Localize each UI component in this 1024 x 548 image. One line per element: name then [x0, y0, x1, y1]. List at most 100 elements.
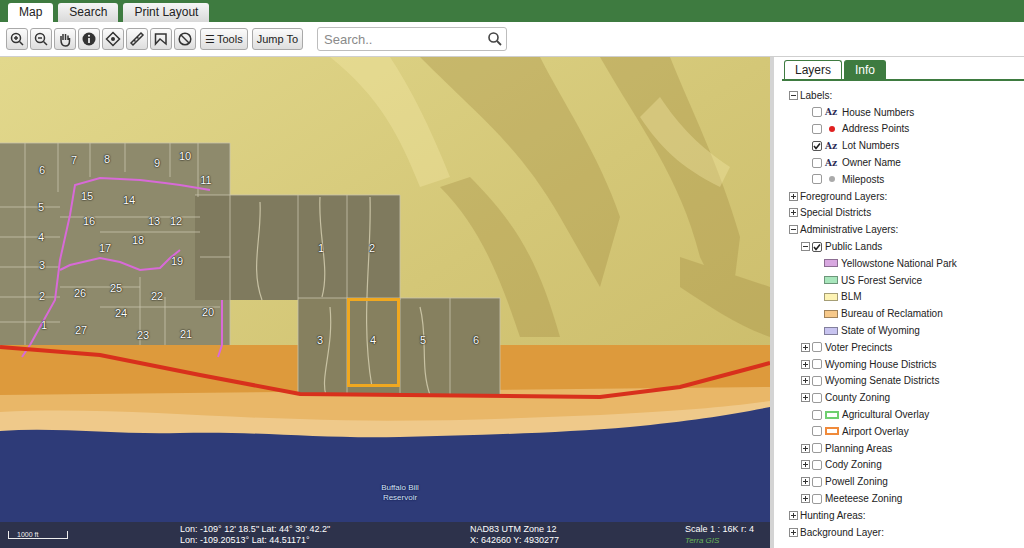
jump-to-button[interactable]: Jump To [252, 28, 303, 50]
expand-toggle[interactable] [800, 477, 810, 487]
expand-toggle[interactable] [788, 527, 798, 537]
zoom-out-button[interactable] [30, 28, 52, 50]
expand-toggle[interactable] [800, 443, 810, 453]
lot-number[interactable]: 7 [71, 154, 77, 166]
lot-number[interactable]: 23 [137, 329, 149, 341]
lot-number[interactable]: 5 [38, 201, 44, 213]
layer-tree-row[interactable]: Mileposts [788, 171, 1024, 188]
lot-number[interactable]: 25 [110, 282, 122, 294]
lot-number[interactable]: 27 [75, 324, 87, 336]
lot-number[interactable]: 14 [123, 194, 135, 206]
lot-number[interactable]: 9 [154, 157, 160, 169]
expand-toggle[interactable] [800, 359, 810, 369]
layer-checkbox[interactable] [812, 393, 822, 403]
map-view[interactable]: 6789101115145161312417181231926252222024… [0, 57, 770, 548]
layer-tree-row[interactable]: Cody Zoning [788, 457, 1024, 474]
layer-tree-row[interactable]: Foreground Layers: [788, 188, 1024, 205]
layer-tree-row[interactable]: AzHouse Numbers [788, 104, 1024, 121]
panel-tab[interactable]: Layers [784, 60, 842, 79]
lot-number[interactable]: 16 [83, 215, 95, 227]
layer-checkbox[interactable] [812, 107, 822, 117]
clear-button[interactable] [174, 28, 196, 50]
layer-tree-row[interactable]: Administrative Layers: [788, 221, 1024, 238]
pan-hand-button[interactable] [54, 28, 76, 50]
layer-tree-row[interactable]: AzOwner Name [788, 154, 1024, 171]
lot-number[interactable]: 15 [81, 190, 93, 202]
expand-toggle[interactable] [800, 494, 810, 504]
lot-number[interactable]: 3 [39, 259, 45, 271]
top-tab[interactable]: Map [8, 3, 53, 22]
expand-toggle[interactable] [800, 393, 810, 403]
locate-button[interactable] [102, 28, 124, 50]
lot-number[interactable]: 12 [170, 215, 182, 227]
layer-tree-row[interactable]: Background Layer: [788, 524, 1024, 541]
lot-number[interactable]: 26 [74, 287, 86, 299]
layer-tree-row[interactable]: Powell Zoning [788, 473, 1024, 490]
lot-number[interactable]: 4 [370, 334, 376, 346]
layer-tree-row[interactable]: County Zoning [788, 389, 1024, 406]
lot-number[interactable]: 5 [420, 334, 426, 346]
layer-checkbox[interactable] [812, 174, 822, 184]
expand-toggle[interactable] [788, 225, 798, 235]
layer-tree-row[interactable]: Airport Overlay [788, 423, 1024, 440]
layer-tree-row[interactable]: Wyoming Senate Districts [788, 373, 1024, 390]
lot-number[interactable]: 19 [171, 255, 183, 267]
expand-toggle[interactable] [800, 376, 810, 386]
layer-tree-row[interactable]: Address Points [788, 121, 1024, 138]
layer-tree-row[interactable]: Labels: [788, 87, 1024, 104]
layer-checkbox[interactable] [812, 359, 822, 369]
layer-tree-row[interactable]: Special Districts [788, 205, 1024, 222]
expand-toggle[interactable] [788, 510, 798, 520]
tools-button[interactable]: ☰Tools [200, 28, 248, 50]
lot-number[interactable]: 2 [39, 290, 45, 302]
layer-checkbox[interactable] [812, 124, 822, 134]
layer-tree-row[interactable]: Public Lands [788, 238, 1024, 255]
layer-checkbox[interactable] [812, 410, 822, 420]
layer-checkbox[interactable] [812, 426, 822, 436]
layer-tree-row[interactable]: Agricultural Overlay [788, 406, 1024, 423]
expand-toggle[interactable] [788, 90, 798, 100]
lot-number[interactable]: 18 [132, 234, 144, 246]
lot-number[interactable]: 10 [179, 150, 191, 162]
layer-tree-row[interactable]: Hunting Areas: [788, 507, 1024, 524]
lot-number[interactable]: 24 [115, 307, 127, 319]
layer-checkbox[interactable] [812, 141, 822, 151]
layer-checkbox[interactable] [812, 242, 822, 252]
layer-checkbox[interactable] [812, 376, 822, 386]
lot-number[interactable]: 22 [151, 290, 163, 302]
layer-checkbox[interactable] [812, 342, 822, 352]
lot-number[interactable]: 8 [104, 153, 110, 165]
measure-line-button[interactable] [126, 28, 148, 50]
layer-tree-row[interactable]: AzLot Numbers [788, 137, 1024, 154]
panel-tab[interactable]: Info [844, 60, 886, 79]
info-button[interactable] [78, 28, 100, 50]
lot-number[interactable]: 13 [148, 215, 160, 227]
search-input[interactable] [317, 27, 507, 51]
layer-tree-row[interactable]: Meeteese Zoning [788, 490, 1024, 507]
lot-number[interactable]: 11 [200, 174, 211, 186]
zoom-in-button[interactable] [6, 28, 28, 50]
lot-number[interactable]: 21 [180, 328, 192, 340]
lot-number[interactable]: 20 [202, 306, 214, 318]
layer-tree-row[interactable]: Planning Areas [788, 440, 1024, 457]
layer-tree-row[interactable]: Voter Precincts [788, 339, 1024, 356]
top-tab[interactable]: Search [58, 3, 118, 22]
lot-number[interactable]: 1 [41, 319, 47, 331]
layer-checkbox[interactable] [812, 477, 822, 487]
layer-checkbox[interactable] [812, 443, 822, 453]
layer-tree-row[interactable]: Wyoming House Districts [788, 356, 1024, 373]
expand-toggle[interactable] [800, 242, 810, 252]
expand-toggle[interactable] [788, 191, 798, 201]
measure-area-button[interactable] [150, 28, 172, 50]
layer-checkbox[interactable] [812, 494, 822, 504]
lot-number[interactable]: 6 [473, 334, 479, 346]
lot-number[interactable]: 17 [99, 242, 111, 254]
lot-number[interactable]: 2 [369, 242, 375, 254]
expand-toggle[interactable] [788, 208, 798, 218]
lot-number[interactable]: 6 [39, 164, 45, 176]
top-tab[interactable]: Print Layout [123, 3, 209, 22]
lot-number[interactable]: 3 [317, 334, 323, 346]
lot-number[interactable]: 4 [38, 231, 44, 243]
expand-toggle[interactable] [800, 460, 810, 470]
layer-checkbox[interactable] [812, 460, 822, 470]
